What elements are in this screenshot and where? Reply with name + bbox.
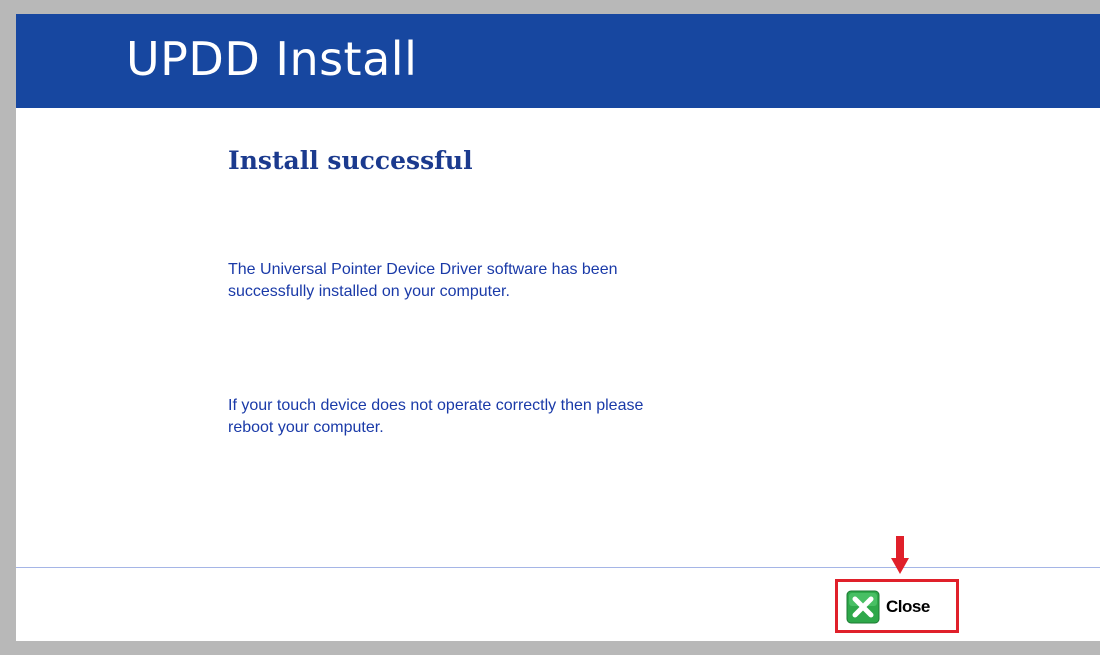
success-message-line-1: The Universal Pointer Device Driver soft… [228,261,618,278]
reboot-note: If your touch device does not operate co… [228,395,788,439]
close-button[interactable]: Close [835,579,959,633]
reboot-note-line-1: If your touch device does not operate co… [228,397,644,414]
screenshot-frame: UPDD Install Install successful The Univ… [0,0,1100,655]
installer-window: UPDD Install Install successful The Univ… [16,14,1100,641]
close-button-content: Close [846,590,930,624]
footer-separator [16,567,1100,568]
window-header: UPDD Install [16,14,1100,108]
reboot-note-line-2: reboot your computer. [228,419,384,436]
green-x-icon [846,590,880,624]
app-title: UPDD Install [126,32,418,86]
install-status-heading: Install successful [228,146,473,175]
close-button-label: Close [886,597,930,616]
success-message-line-2: successfully installed on your computer. [228,283,510,300]
red-down-arrow-icon [891,536,909,574]
success-message: The Universal Pointer Device Driver soft… [228,259,788,303]
